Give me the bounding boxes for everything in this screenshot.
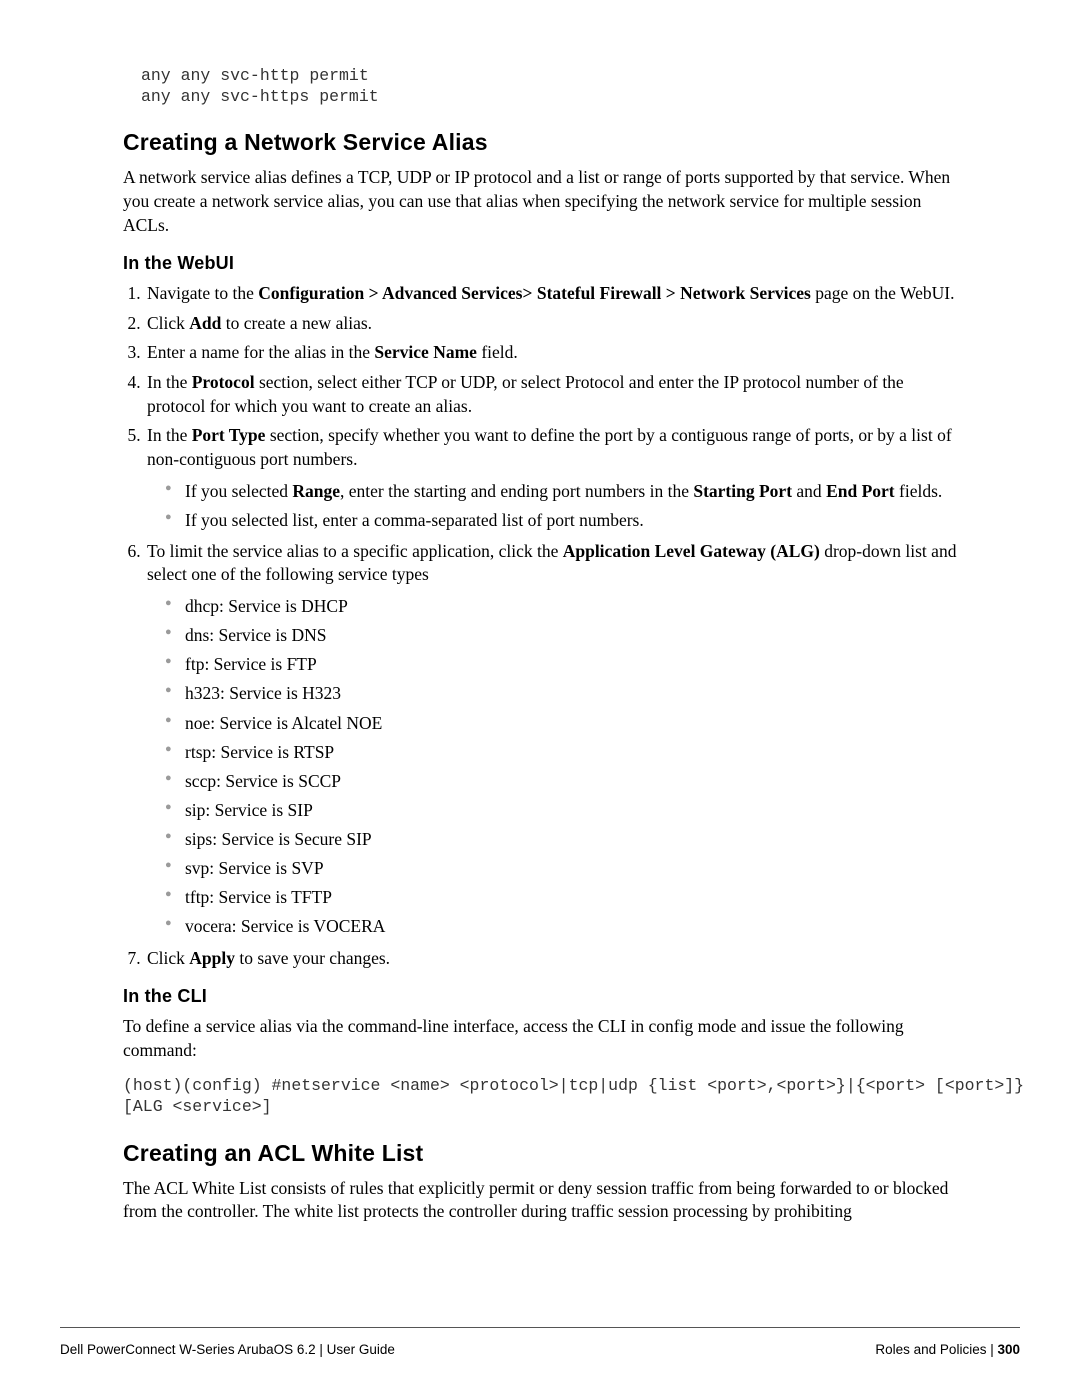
code-block-top: any any svc-http permit any any svc-http… — [141, 66, 965, 107]
list-item: ftp: Service is FTP — [169, 651, 965, 678]
step-1: Navigate to the Configuration > Advanced… — [145, 282, 965, 306]
list-item: vocera: Service is VOCERA — [169, 913, 965, 940]
b: Starting Port — [693, 481, 792, 501]
t: If you selected — [185, 481, 292, 501]
step-text: section, specify whether you want to def… — [147, 425, 952, 469]
step-5-sublist: If you selected Range, enter the startin… — [147, 478, 965, 534]
step-text: field. — [477, 342, 518, 362]
t: fields. — [895, 481, 943, 501]
step-4: In the Protocol section, select either T… — [145, 371, 965, 418]
list-item: h323: Service is H323 — [169, 680, 965, 707]
list-item: sccp: Service is SCCP — [169, 768, 965, 795]
step-bold: Protocol — [192, 372, 255, 392]
step-bold: Application Level Gateway (ALG) — [563, 541, 820, 561]
step-6: To limit the service alias to a specific… — [145, 540, 965, 941]
footer-page-number: 300 — [994, 1342, 1020, 1357]
paragraph-alias-intro: A network service alias defines a TCP, U… — [123, 166, 965, 237]
step-text: In the — [147, 372, 192, 392]
list-item: noe: Service is Alcatel NOE — [169, 710, 965, 737]
heading-acl-whitelist: Creating an ACL White List — [123, 1140, 965, 1167]
footer-guide: User Guide — [323, 1342, 395, 1357]
footer-right: Roles and Policies | 300 — [875, 1342, 1020, 1357]
footer-product: Dell PowerConnect W-Series ArubaOS 6.2 — [60, 1342, 319, 1357]
list-item: dhcp: Service is DHCP — [169, 593, 965, 620]
step-bold: Port Type — [192, 425, 266, 445]
b: End Port — [826, 481, 895, 501]
t: and — [792, 481, 826, 501]
heading-cli: In the CLI — [123, 986, 965, 1007]
page-footer: Dell PowerConnect W-Series ArubaOS 6.2 |… — [60, 1327, 1020, 1357]
step-5: In the Port Type section, specify whethe… — [145, 424, 965, 534]
code-block-cli: (host)(config) #netservice <name> <proto… — [123, 1076, 965, 1117]
step-text: section, select either TCP or UDP, or se… — [147, 372, 904, 416]
list-item: If you selected Range, enter the startin… — [169, 478, 965, 505]
footer-section: Roles and Policies — [875, 1342, 990, 1357]
t: , enter the starting and ending port num… — [340, 481, 693, 501]
step-bold: Service Name — [374, 342, 477, 362]
heading-webui: In the WebUI — [123, 253, 965, 274]
step-text: Enter a name for the alias in the — [147, 342, 374, 362]
step-text: In the — [147, 425, 192, 445]
list-item: tftp: Service is TFTP — [169, 884, 965, 911]
list-item: sip: Service is SIP — [169, 797, 965, 824]
heading-network-service-alias: Creating a Network Service Alias — [123, 129, 965, 156]
step-bold: Apply — [189, 948, 235, 968]
paragraph-cli: To define a service alias via the comman… — [123, 1015, 965, 1062]
step-7: Click Apply to save your changes. — [145, 947, 965, 971]
step-3: Enter a name for the alias in the Servic… — [145, 341, 965, 365]
webui-steps: Navigate to the Configuration > Advanced… — [123, 282, 965, 970]
step-bold: Configuration > Advanced Services> State… — [258, 283, 811, 303]
step-text: Click — [147, 313, 189, 333]
service-types-list: dhcp: Service is DHCP dns: Service is DN… — [147, 593, 965, 941]
footer-left: Dell PowerConnect W-Series ArubaOS 6.2 |… — [60, 1342, 395, 1357]
step-2: Click Add to create a new alias. — [145, 312, 965, 336]
step-text: to create a new alias. — [221, 313, 372, 333]
list-item: rtsp: Service is RTSP — [169, 739, 965, 766]
step-text: page on the WebUI. — [811, 283, 955, 303]
step-bold: Add — [189, 313, 221, 333]
list-item: If you selected list, enter a comma-sepa… — [169, 507, 965, 534]
page-content: any any svc-http permit any any svc-http… — [0, 0, 1080, 1224]
step-text: Click — [147, 948, 189, 968]
step-text: Navigate to the — [147, 283, 258, 303]
step-text: To limit the service alias to a specific… — [147, 541, 563, 561]
list-item: sips: Service is Secure SIP — [169, 826, 965, 853]
paragraph-whitelist: The ACL White List consists of rules tha… — [123, 1177, 965, 1224]
step-text: to save your changes. — [235, 948, 390, 968]
b: Range — [292, 481, 340, 501]
list-item: dns: Service is DNS — [169, 622, 965, 649]
list-item: svp: Service is SVP — [169, 855, 965, 882]
